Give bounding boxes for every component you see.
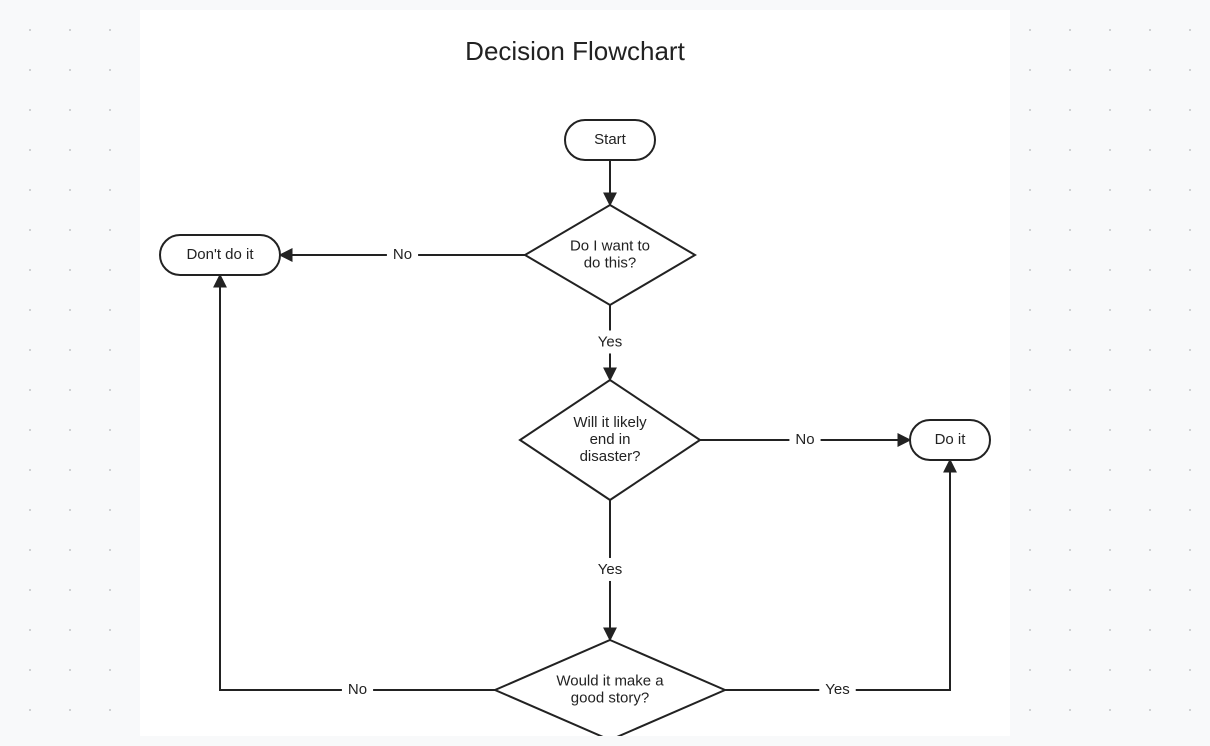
node-label-start: Start	[594, 131, 627, 148]
node-label-doit: Do it	[935, 431, 967, 448]
edge-label-disaster-doit: No	[795, 431, 814, 448]
flowchart-svg: Decision Flowchart No Yes No Yes No Yes Start…	[140, 10, 1010, 736]
edge-label-want-dont: No	[393, 246, 412, 263]
edge-story-dont[interactable]	[220, 275, 495, 690]
edge-label-want-disaster: Yes	[598, 333, 622, 350]
node-doit[interactable]: Do it	[910, 420, 990, 460]
node-disaster[interactable]: Will it likelyend indisaster?	[520, 380, 700, 500]
edge-story-doit[interactable]	[725, 460, 950, 690]
node-label-story: Would it make agood story?	[556, 672, 664, 706]
edge-label-disaster-story: Yes	[598, 561, 622, 578]
node-dont[interactable]: Don't do it	[160, 235, 280, 275]
diagram-canvas[interactable]: Decision Flowchart No Yes No Yes No Yes Start…	[140, 10, 1010, 736]
node-label-dont: Don't do it	[186, 246, 254, 263]
node-story[interactable]: Would it make agood story?	[495, 640, 725, 736]
edge-label-story-dont: No	[348, 681, 367, 698]
node-want[interactable]: Do I want todo this?	[525, 205, 695, 305]
node-start[interactable]: Start	[565, 120, 655, 160]
edge-label-story-doit: Yes	[825, 681, 849, 698]
diagram-title: Decision Flowchart	[465, 36, 685, 66]
